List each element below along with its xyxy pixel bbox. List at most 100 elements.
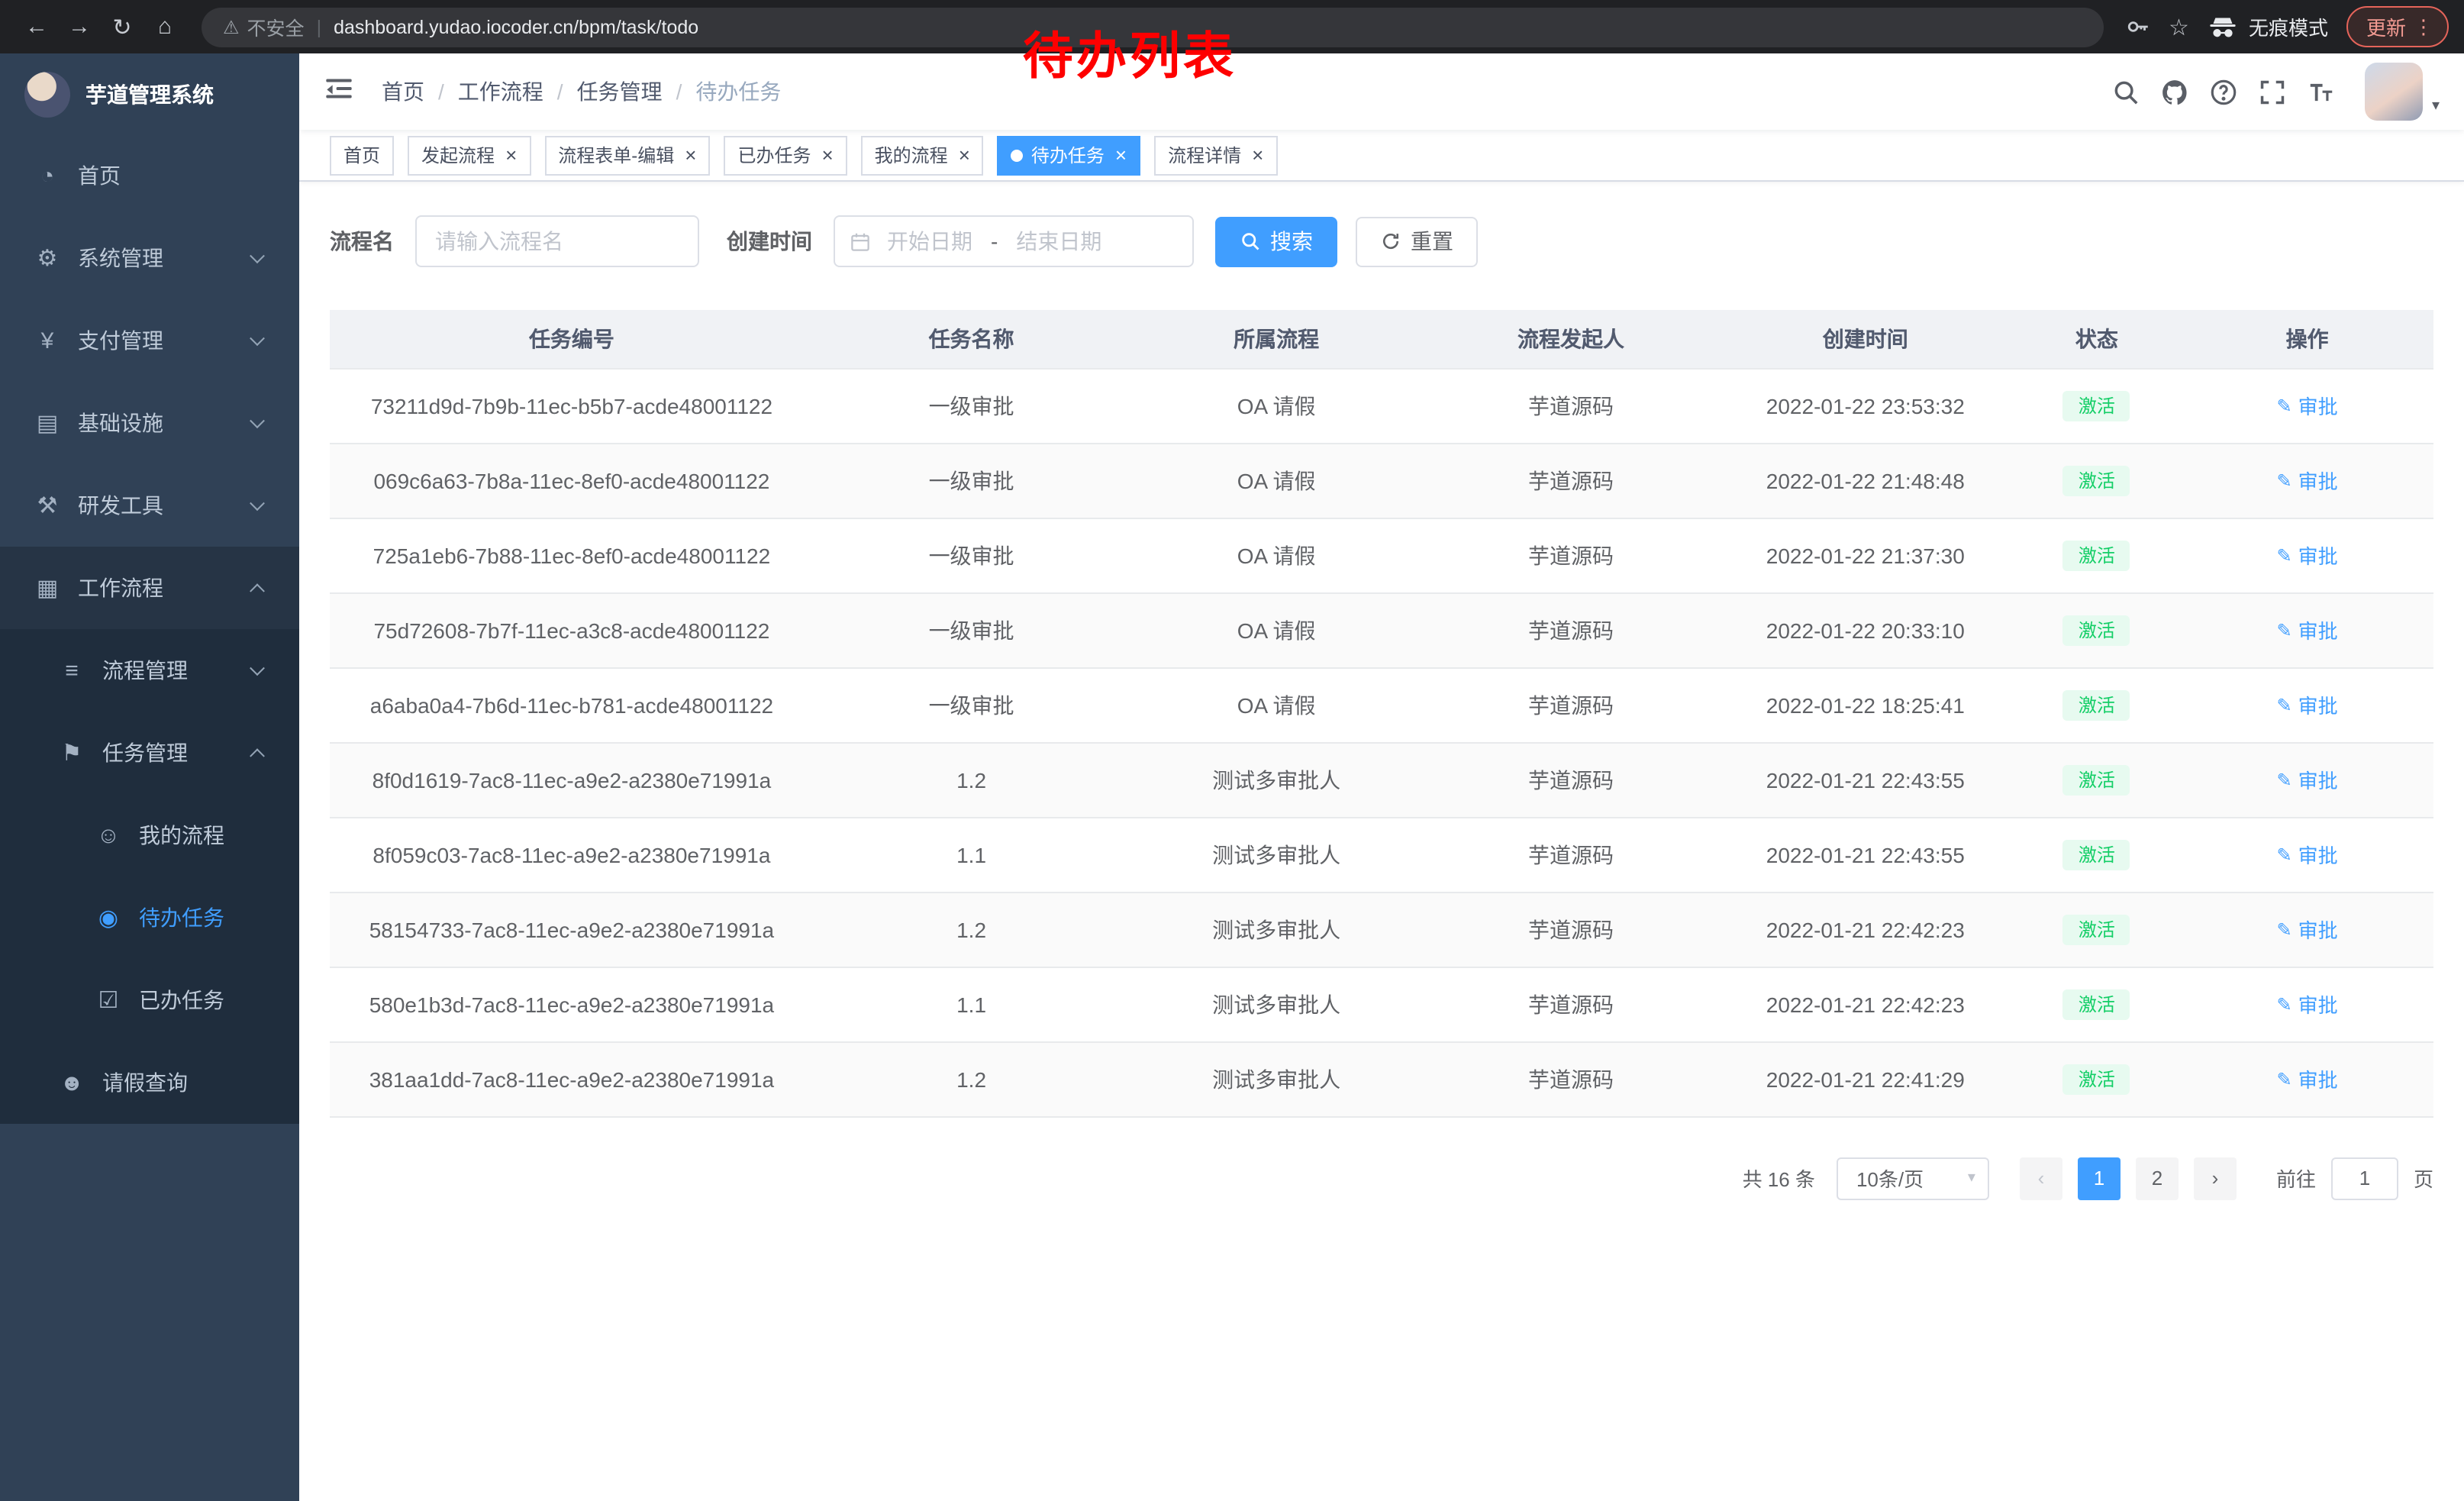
- cell-actions: ✎ 审批: [2181, 892, 2433, 967]
- checkbox-icon: ☑: [92, 986, 125, 1014]
- cell-create-time: 2022-01-21 22:41:29: [1718, 1041, 2013, 1116]
- edit-icon: ✎: [2277, 1068, 2292, 1089]
- sidebar-menu-item[interactable]: ⚑ 任务管理: [0, 712, 299, 794]
- help-icon[interactable]: [2200, 67, 2249, 116]
- chevron-icon: [250, 583, 265, 599]
- next-page-button[interactable]: ›: [2194, 1157, 2237, 1199]
- sidebar-menu-item[interactable]: ☑ 已办任务: [0, 959, 299, 1041]
- breadcrumb-item[interactable]: 工作流程: [458, 76, 577, 107]
- column-header: 任务名称: [814, 310, 1129, 368]
- sidebar-menu-item[interactable]: ☻ 请假查询: [0, 1041, 299, 1124]
- cell-task-name: 一级审批: [814, 667, 1129, 742]
- github-icon[interactable]: [2151, 67, 2200, 116]
- approve-button[interactable]: ✎ 审批: [2277, 989, 2338, 1018]
- chevron-icon: [250, 748, 265, 763]
- key-icon[interactable]: [2124, 14, 2150, 40]
- tab[interactable]: 流程表单-编辑 ×: [544, 135, 710, 175]
- collapse-sidebar-icon[interactable]: [324, 73, 360, 110]
- user-avatar[interactable]: [2365, 63, 2423, 121]
- close-icon[interactable]: ×: [1115, 145, 1127, 165]
- page-number-button[interactable]: 2: [2136, 1157, 2179, 1199]
- sidebar-menu-item[interactable]: ▦ 工作流程: [0, 547, 299, 629]
- top-navbar: 首页 工作流程 任务管理 待办任务: [299, 53, 2464, 130]
- status-badge: 激活: [2063, 914, 2130, 944]
- approve-button[interactable]: ✎ 审批: [2277, 541, 2338, 570]
- tab[interactable]: 待办任务 ×: [998, 135, 1140, 175]
- page-size-select[interactable]: 10条/页 ▾: [1837, 1157, 1989, 1199]
- approve-button[interactable]: ✎ 审批: [2277, 840, 2338, 869]
- sidebar-menu-item[interactable]: ◔ 首页: [0, 134, 299, 217]
- sidebar-menu-item[interactable]: ≡ 流程管理: [0, 629, 299, 712]
- font-size-icon[interactable]: [2298, 67, 2346, 116]
- search-icon[interactable]: [2102, 67, 2151, 116]
- forward-button[interactable]: →: [58, 7, 101, 47]
- reset-button[interactable]: 重置: [1356, 216, 1478, 266]
- column-header: 创建时间: [1718, 310, 2013, 368]
- approve-button[interactable]: ✎ 审批: [2277, 690, 2338, 719]
- chevron-icon: [250, 331, 265, 346]
- breadcrumb-item[interactable]: 首页: [382, 76, 458, 107]
- column-header: 操作: [2181, 310, 2433, 368]
- cell-process: 测试多审批人: [1129, 967, 1424, 1041]
- process-name-input[interactable]: [415, 215, 699, 267]
- address-bar[interactable]: ⚠ 不安全 | dashboard.yudao.iocoder.cn/bpm/t…: [202, 7, 2103, 47]
- tab[interactable]: 首页: [330, 135, 394, 175]
- cell-status: 激活: [2013, 742, 2181, 817]
- fullscreen-icon[interactable]: [2249, 67, 2298, 116]
- tab-bar: 首页 发起流程 × 流程表单-编辑 × 已办任务: [299, 130, 2464, 182]
- back-button[interactable]: ←: [15, 7, 58, 47]
- approve-button[interactable]: ✎ 审批: [2277, 391, 2338, 420]
- tab-label: 首页: [343, 142, 380, 168]
- home-button[interactable]: ⌂: [144, 7, 186, 47]
- close-icon[interactable]: ×: [505, 145, 517, 165]
- bookmark-star-icon[interactable]: ☆: [2169, 13, 2189, 40]
- close-icon[interactable]: ×: [959, 145, 970, 165]
- search-button[interactable]: 搜索: [1215, 216, 1337, 266]
- cell-actions: ✎ 审批: [2181, 1041, 2433, 1116]
- chevron-icon: [250, 660, 265, 676]
- close-icon[interactable]: ×: [821, 145, 833, 165]
- sidebar-menu-item[interactable]: ⚒ 研发工具: [0, 464, 299, 547]
- table-header-row: 任务编号任务名称所属流程流程发起人创建时间状态操作: [330, 310, 2433, 368]
- cell-starter: 芋道源码: [1424, 368, 1718, 443]
- chevron-down-icon[interactable]: ▾: [2432, 97, 2440, 114]
- sidebar-menu-item[interactable]: ▤ 基础设施: [0, 382, 299, 464]
- approve-button[interactable]: ✎ 审批: [2277, 765, 2338, 794]
- start-date-input[interactable]: [872, 229, 988, 253]
- cell-task-id: 73211d9d-7b9b-11ec-b5b7-acde48001122: [330, 368, 814, 443]
- cell-status: 激活: [2013, 1041, 2181, 1116]
- main-area: 首页 工作流程 任务管理 待办任务: [299, 53, 2464, 1501]
- breadcrumb-item[interactable]: 任务管理: [577, 76, 696, 107]
- close-icon[interactable]: ×: [1252, 145, 1263, 165]
- update-button[interactable]: 更新 ⋮: [2346, 6, 2449, 47]
- close-icon[interactable]: ×: [685, 145, 696, 165]
- status-badge: 激活: [2063, 465, 2130, 495]
- tab[interactable]: 发起流程 ×: [408, 135, 531, 175]
- cell-actions: ✎ 审批: [2181, 368, 2433, 443]
- jump-page-input[interactable]: [2331, 1157, 2398, 1199]
- breadcrumb-item[interactable]: 待办任务: [695, 76, 781, 107]
- date-range-picker[interactable]: -: [834, 215, 1194, 267]
- sidebar-menu-item[interactable]: ◉ 待办任务: [0, 876, 299, 959]
- end-date-input[interactable]: [1001, 229, 1117, 253]
- approve-button[interactable]: ✎ 审批: [2277, 615, 2338, 644]
- tab[interactable]: 我的流程 ×: [861, 135, 984, 175]
- calendar-icon: [849, 230, 872, 253]
- page-number-button[interactable]: 1: [2078, 1157, 2121, 1199]
- prev-page-button[interactable]: ‹: [2020, 1157, 2062, 1199]
- warning-icon: ⚠: [223, 16, 240, 37]
- status-badge: 激活: [2063, 390, 2130, 421]
- approve-button[interactable]: ✎ 审批: [2277, 466, 2338, 495]
- incognito-icon: [2208, 11, 2238, 42]
- sidebar-menu-item[interactable]: ¥ 支付管理: [0, 299, 299, 382]
- approve-button[interactable]: ✎ 审批: [2277, 915, 2338, 944]
- sidebar-menu-item[interactable]: ⚙ 系统管理: [0, 217, 299, 299]
- page-content: 流程名 创建时间 - 搜索 重置: [299, 182, 2464, 1230]
- chevron-icon: [250, 248, 265, 263]
- reload-button[interactable]: ↻: [101, 7, 144, 47]
- sidebar-menu-item[interactable]: ☺ 我的流程: [0, 794, 299, 876]
- approve-button[interactable]: ✎ 审批: [2277, 1064, 2338, 1093]
- tab[interactable]: 已办任务 ×: [724, 135, 847, 175]
- kebab-menu-icon[interactable]: ⋮: [2414, 15, 2433, 39]
- tab[interactable]: 流程详情 ×: [1154, 135, 1277, 175]
